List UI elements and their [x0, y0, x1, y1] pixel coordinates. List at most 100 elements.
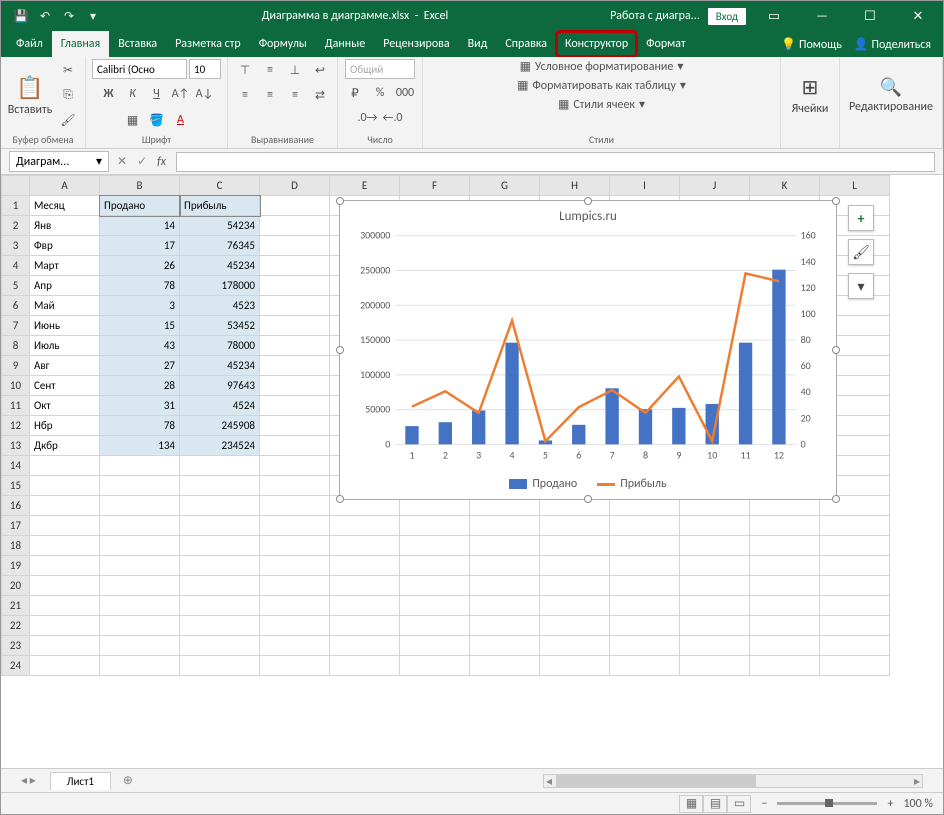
svg-text:250000: 250000 — [360, 265, 390, 277]
worksheet-grid[interactable]: ABCDEFGHIJKL1МесяцПроданоПрибыль2Янв1454… — [1, 175, 943, 768]
svg-text:140: 140 — [801, 256, 816, 268]
close-button[interactable]: ✕ — [898, 2, 938, 30]
underline-button[interactable]: Ч — [146, 83, 168, 105]
clipboard-icon: 📋 — [16, 74, 43, 101]
maximize-button[interactable]: ☐ — [850, 2, 890, 30]
zoom-slider[interactable] — [777, 802, 877, 805]
copy-icon[interactable]: ⎘ — [57, 84, 79, 106]
grow-font-icon[interactable]: A↑ — [170, 83, 192, 105]
wrap-icon[interactable]: ↩ — [309, 59, 331, 81]
align-left-icon[interactable]: ≡ — [234, 84, 256, 106]
tab-help[interactable]: Справка — [496, 31, 556, 57]
horizontal-scrollbar[interactable]: ◂▸ — [543, 774, 923, 788]
bold-button[interactable]: Ж — [98, 83, 120, 105]
tab-file[interactable]: Файл — [7, 31, 52, 57]
tab-home[interactable]: Главная — [52, 31, 109, 57]
align-right-icon[interactable]: ≡ — [284, 84, 306, 106]
inc-decimal-icon[interactable]: .0→ — [357, 107, 379, 129]
group-alignment: ⊤≡⊥↩ ≡≡≡⇄ Выравнивание — [228, 57, 338, 148]
cells-button[interactable]: ⊞Ячейки — [787, 75, 833, 116]
tab-data[interactable]: Данные — [316, 31, 374, 57]
tab-view[interactable]: Вид — [459, 31, 497, 57]
svg-text:12: 12 — [774, 449, 784, 461]
editing-button[interactable]: 🔍Редактирование — [846, 76, 936, 114]
redo-icon[interactable]: ↷ — [62, 9, 76, 23]
svg-text:9: 9 — [676, 449, 681, 461]
tab-insert[interactable]: Вставка — [109, 31, 166, 57]
italic-button[interactable]: К — [122, 83, 144, 105]
format-as-table-button[interactable]: ▦Форматировать как таблицу ▾ — [517, 78, 686, 93]
borders-icon[interactable]: ▦ — [122, 109, 144, 131]
new-sheet-button[interactable]: ⊕ — [115, 773, 141, 788]
cut-icon[interactable]: ✂ — [57, 59, 79, 81]
svg-text:1: 1 — [409, 449, 414, 461]
svg-text:6: 6 — [576, 449, 581, 461]
group-clipboard: 📋 Вставить ✂ ⎘ 🖌 Буфер обмена — [1, 57, 86, 148]
number-format-combo[interactable]: Общий — [345, 59, 415, 79]
chart-legend[interactable]: Продано Прибыль — [340, 477, 836, 491]
svg-text:0: 0 — [801, 438, 806, 450]
save-icon[interactable]: 💾 — [14, 9, 28, 23]
chart-plot-area[interactable]: 0500001000001500002000002500003000000204… — [340, 201, 836, 499]
align-bot-icon[interactable]: ⊥ — [284, 59, 306, 81]
signin-button[interactable]: Вход — [708, 8, 746, 25]
tab-formulas[interactable]: Формулы — [250, 31, 316, 57]
font-color-icon[interactable]: А — [170, 109, 192, 131]
tell-me[interactable]: 💡 Помощь — [781, 37, 842, 52]
name-box[interactable]: Диаграм...▾ — [9, 151, 109, 172]
excel-window: 💾 ↶ ↷ ▾ Диаграмма в диаграмме.xlsx - Exc… — [0, 0, 944, 815]
tab-page-layout[interactable]: Разметка стр — [166, 31, 250, 57]
normal-view-button[interactable]: ▦ — [679, 795, 703, 813]
svg-text:20: 20 — [801, 412, 811, 424]
cell-styles-icon: ▦ — [558, 97, 569, 112]
dec-decimal-icon[interactable]: ←.0 — [382, 107, 404, 129]
fill-color-icon[interactable]: 🪣 — [146, 109, 168, 131]
undo-icon[interactable]: ↶ — [38, 9, 52, 23]
merge-icon[interactable]: ⇄ — [309, 84, 331, 106]
sheet-tab-bar: ◂ ▸ Лист1 ⊕ ◂▸ — [1, 768, 943, 792]
formula-bar[interactable] — [176, 152, 935, 172]
font-size-combo[interactable]: 10 — [189, 59, 221, 79]
cancel-icon[interactable]: ✕ — [117, 154, 127, 169]
page-layout-button[interactable]: ▤ — [703, 795, 727, 813]
chart-styles-button[interactable]: 🖌 — [848, 239, 874, 265]
chart-side-buttons: + 🖌 ▾ — [848, 205, 874, 299]
currency-icon[interactable]: ₽ — [344, 82, 366, 104]
percent-icon[interactable]: % — [369, 82, 391, 104]
cell-styles-button[interactable]: ▦Стили ячеек ▾ — [558, 97, 645, 112]
group-cells: ⊞Ячейки — [781, 57, 840, 148]
chart-filters-button[interactable]: ▾ — [848, 273, 874, 299]
chart-elements-button[interactable]: + — [848, 205, 874, 231]
title-bar: 💾 ↶ ↷ ▾ Диаграмма в диаграмме.xlsx - Exc… — [1, 1, 943, 31]
format-painter-icon[interactable]: 🖌 — [57, 109, 79, 131]
sheet-nav[interactable]: ◂ ▸ — [21, 773, 36, 788]
ribbon-tabs: Файл Главная Вставка Разметка стр Формул… — [1, 31, 943, 57]
svg-text:3: 3 — [476, 449, 481, 461]
zoom-in-button[interactable]: + — [887, 797, 893, 811]
chart-object[interactable]: Lumpics.ru 05000010000015000020000025000… — [339, 200, 837, 500]
sheet-tab[interactable]: Лист1 — [50, 772, 111, 790]
svg-text:100: 100 — [801, 308, 816, 320]
paste-button[interactable]: 📋 Вставить — [7, 74, 53, 117]
share-button[interactable]: 👤 Поделиться — [854, 37, 931, 52]
conditional-formatting-button[interactable]: ▦Условное форматирование ▾ — [520, 59, 684, 74]
fx-icon[interactable]: fx — [157, 155, 166, 169]
align-mid-icon[interactable]: ≡ — [259, 59, 281, 81]
tab-format[interactable]: Формат — [637, 31, 694, 57]
align-top-icon[interactable]: ⊤ — [234, 59, 256, 81]
zoom-level[interactable]: 100 % — [903, 797, 933, 811]
page-break-button[interactable]: ▭ — [727, 795, 751, 813]
minimize-button[interactable]: — — [802, 2, 842, 30]
shrink-font-icon[interactable]: A↓ — [194, 83, 216, 105]
comma-icon[interactable]: 000 — [394, 82, 416, 104]
enter-icon[interactable]: ✓ — [137, 154, 147, 169]
svg-text:200000: 200000 — [360, 299, 390, 311]
font-name-combo[interactable]: Calibri (Осно — [92, 59, 187, 79]
cond-fmt-icon: ▦ — [520, 59, 531, 74]
ribbon-options-icon[interactable]: ▭ — [754, 2, 794, 30]
tab-review[interactable]: Рецензирова — [374, 31, 458, 57]
tab-chart-design[interactable]: Конструктор — [556, 31, 637, 57]
align-center-icon[interactable]: ≡ — [259, 84, 281, 106]
camera-icon[interactable]: ▾ — [86, 9, 100, 23]
zoom-out-button[interactable]: − — [761, 797, 767, 811]
